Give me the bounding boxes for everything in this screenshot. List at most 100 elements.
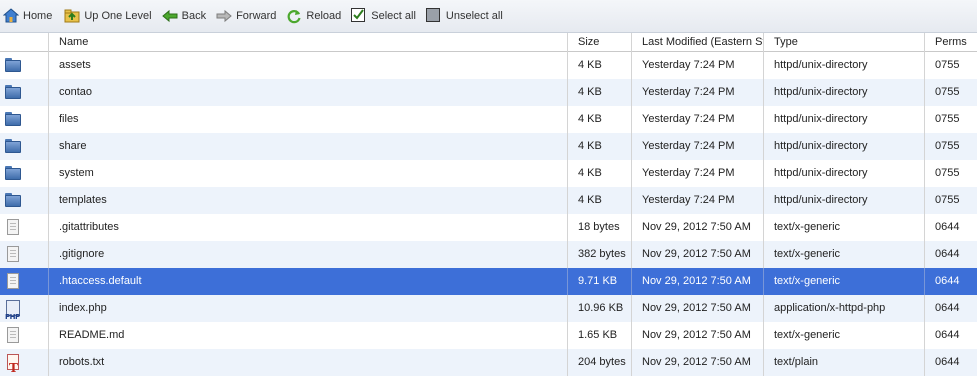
file-name[interactable]: .gitattributes	[48, 214, 567, 241]
generic-file-icon	[4, 273, 22, 290]
file-row[interactable]: share 4 KB Yesterday 7:24 PM httpd/unix-dir…	[0, 133, 977, 160]
php-file-icon: PHP	[4, 300, 22, 321]
file-perms[interactable]: 0755	[924, 106, 977, 133]
file-modified: Nov 29, 2012 7:50 AM	[631, 322, 763, 349]
folder-icon	[4, 165, 22, 182]
file-perms[interactable]: 0755	[924, 133, 977, 160]
file-row[interactable]: files 4 KB Yesterday 7:24 PM httpd/unix-dir…	[0, 106, 977, 133]
file-perms[interactable]: 0755	[924, 187, 977, 214]
file-type: httpd/unix-directory	[763, 106, 924, 133]
file-size: 18 bytes	[567, 214, 631, 241]
name-column-header[interactable]: Name	[48, 33, 567, 52]
file-row[interactable]: PHP index.php 10.96 KB Nov 29, 2012 7:50 AM…	[0, 295, 977, 322]
forward-label: Forward	[236, 10, 277, 22]
folder-icon	[4, 57, 22, 74]
file-row[interactable]: README.md 1.65 KB Nov 29, 2012 7:50 AM text…	[0, 322, 977, 349]
file-row[interactable]: system 4 KB Yesterday 7:24 PM httpd/unix-di…	[0, 160, 977, 187]
icon-column-header[interactable]	[0, 33, 48, 52]
file-row[interactable]: .htaccess.default 9.71 KB Nov 29, 2012 7:5…	[0, 268, 977, 295]
file-row[interactable]: assets 4 KB Yesterday 7:24 PM httpd/unix-di…	[0, 52, 977, 79]
file-icon-cell[interactable]	[0, 133, 48, 160]
file-row[interactable]: Trobots.txt 204 bytes Nov 29, 2012 7:50 AM…	[0, 349, 977, 376]
file-modified: Yesterday 7:24 PM	[631, 79, 763, 106]
file-size: 4 KB	[567, 52, 631, 79]
folder-icon	[4, 84, 22, 101]
file-icon-cell[interactable]	[0, 160, 48, 187]
file-size: 204 bytes	[567, 349, 631, 376]
file-icon-cell[interactable]	[0, 214, 48, 241]
file-perms[interactable]: 0644	[924, 241, 977, 268]
file-type: text/x-generic	[763, 268, 924, 295]
checkbox-checked-icon	[351, 8, 367, 24]
file-modified: Nov 29, 2012 7:50 AM	[631, 268, 763, 295]
home-icon	[2, 8, 20, 24]
file-type: text/x-generic	[763, 214, 924, 241]
folder-up-icon	[64, 8, 80, 24]
file-row[interactable]: .gitattributes 18 bytes Nov 29, 2012 7:50 …	[0, 214, 977, 241]
reload-button[interactable]: Reload	[285, 5, 346, 27]
generic-file-icon	[4, 327, 22, 344]
modified-column-header[interactable]: Last Modified (Eastern St	[631, 33, 763, 52]
file-size: 10.96 KB	[567, 295, 631, 322]
type-column-header[interactable]: Type	[763, 33, 924, 52]
perms-column-header[interactable]: Perms	[924, 33, 977, 52]
file-name[interactable]: files	[48, 106, 567, 133]
file-perms[interactable]: 0644	[924, 349, 977, 376]
folder-icon	[4, 111, 22, 128]
file-row[interactable]: contao 4 KB Yesterday 7:24 PM httpd/unix-di…	[0, 79, 977, 106]
file-row[interactable]: templates 4 KB Yesterday 7:24 PM httpd/unix…	[0, 187, 977, 214]
file-icon-cell[interactable]	[0, 52, 48, 79]
file-type: httpd/unix-directory	[763, 160, 924, 187]
file-icon-cell[interactable]	[0, 187, 48, 214]
generic-file-icon	[4, 246, 22, 263]
file-perms[interactable]: 0755	[924, 79, 977, 106]
file-size: 9.71 KB	[567, 268, 631, 295]
file-perms[interactable]: 0644	[924, 295, 977, 322]
file-type: httpd/unix-directory	[763, 187, 924, 214]
file-type: httpd/unix-directory	[763, 133, 924, 160]
file-perms[interactable]: 0644	[924, 214, 977, 241]
file-name[interactable]: assets	[48, 52, 567, 79]
file-name[interactable]: .gitignore	[48, 241, 567, 268]
file-name[interactable]: robots.txt	[48, 349, 567, 376]
back-label: Back	[181, 10, 207, 22]
file-perms[interactable]: 0755	[924, 52, 977, 79]
forward-button[interactable]: Forward	[215, 5, 281, 27]
file-perms[interactable]: 0755	[924, 160, 977, 187]
unselect-all-button[interactable]: Unselect all	[425, 5, 508, 27]
file-modified: Nov 29, 2012 7:50 AM	[631, 295, 763, 322]
file-icon-cell[interactable]	[0, 268, 48, 295]
file-perms[interactable]: 0644	[924, 322, 977, 349]
file-icon-cell[interactable]	[0, 79, 48, 106]
select-all-button[interactable]: Select all	[350, 5, 421, 27]
file-name[interactable]: contao	[48, 79, 567, 106]
home-label: Home	[23, 10, 53, 22]
up-one-level-label: Up One Level	[84, 10, 152, 22]
select-all-label: Select all	[371, 10, 416, 22]
file-icon-cell[interactable]	[0, 322, 48, 349]
size-column-header[interactable]: Size	[567, 33, 631, 52]
file-name[interactable]: share	[48, 133, 567, 160]
file-name[interactable]: index.php	[48, 295, 567, 322]
back-button[interactable]: Back	[161, 5, 211, 27]
reload-label: Reload	[306, 10, 342, 22]
up-one-level-button[interactable]: Up One Level	[63, 5, 156, 27]
file-type: text/x-generic	[763, 322, 924, 349]
file-type: httpd/unix-directory	[763, 52, 924, 79]
file-icon-cell[interactable]: T	[0, 349, 48, 376]
unselect-all-label: Unselect all	[445, 10, 503, 22]
file-name[interactable]: .htaccess.default	[48, 268, 567, 295]
file-icon-cell[interactable]	[0, 241, 48, 268]
home-button[interactable]: Home	[2, 5, 57, 27]
file-modified: Yesterday 7:24 PM	[631, 160, 763, 187]
file-size: 382 bytes	[567, 241, 631, 268]
file-name[interactable]: README.md	[48, 322, 567, 349]
file-table-header: Name Size Last Modified (Eastern St Type…	[0, 33, 977, 52]
file-icon-cell[interactable]: PHP	[0, 295, 48, 322]
file-row[interactable]: .gitignore 382 bytes Nov 29, 2012 7:50 AM t…	[0, 241, 977, 268]
file-name[interactable]: templates	[48, 187, 567, 214]
file-icon-cell[interactable]	[0, 106, 48, 133]
file-name[interactable]: system	[48, 160, 567, 187]
file-perms[interactable]: 0644	[924, 268, 977, 295]
folder-icon	[4, 138, 22, 155]
